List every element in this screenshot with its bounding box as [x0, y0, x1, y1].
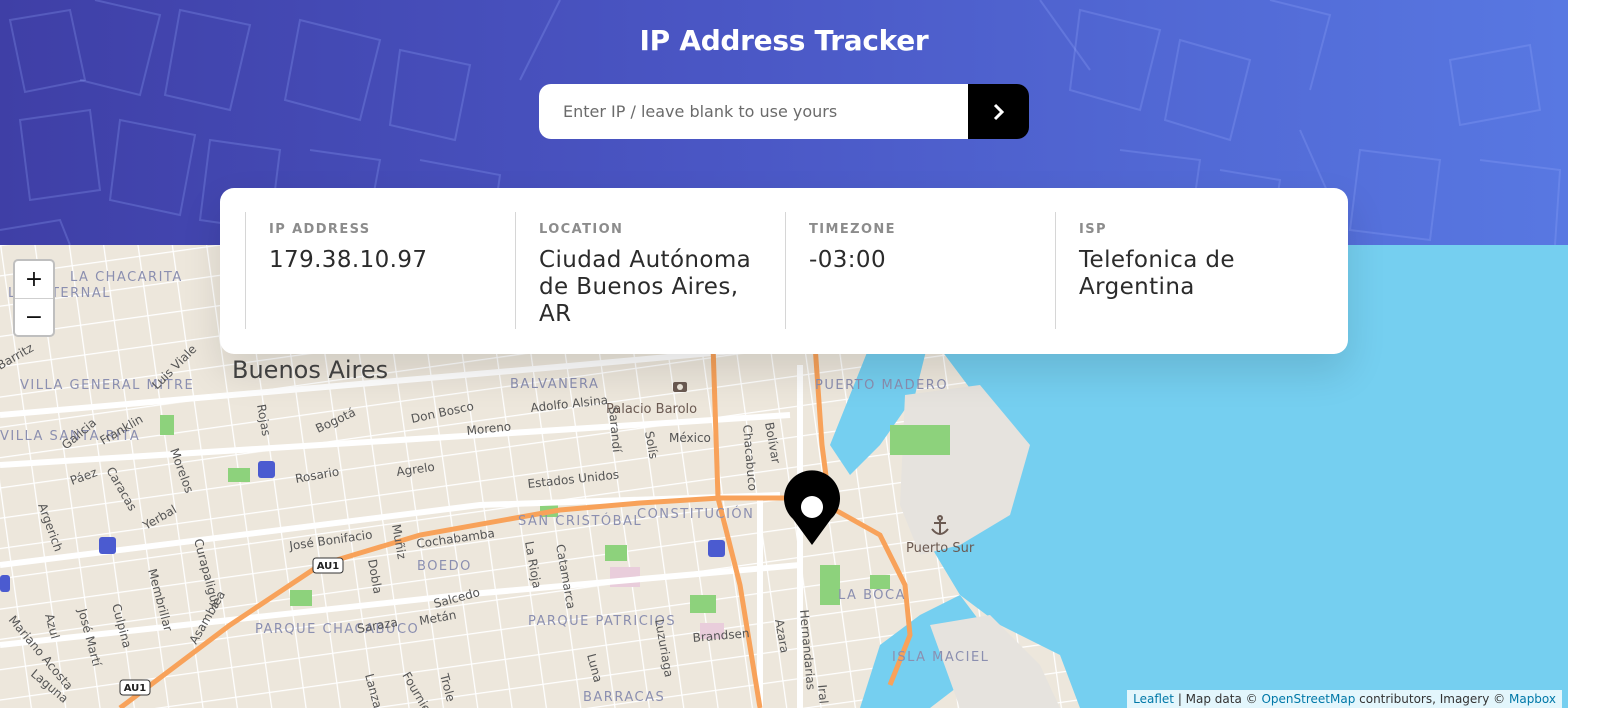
info-value: Telefonica de Argentina: [1079, 247, 1235, 300]
park: [290, 590, 312, 606]
park: [690, 595, 716, 613]
info-location: LOCATION Ciudad Autónoma de Buenos Aires…: [515, 188, 785, 354]
info-card: IP ADDRESS 179.38.10.97 LOCATION Ciudad …: [220, 188, 1348, 354]
street-label: Iral: [815, 684, 831, 704]
page: IP Address Tracker IP ADDRESS 179.38.10.…: [0, 0, 1568, 708]
search-submit-button[interactable]: [968, 84, 1029, 139]
info-ip-address: IP ADDRESS 179.38.10.97: [245, 188, 515, 354]
info-label: TIMEZONE: [809, 222, 896, 237]
route-badge-label: AU1: [317, 561, 340, 572]
page-title: IP Address Tracker: [639, 24, 929, 57]
train-station-icon: [708, 540, 725, 557]
zoom-out-button[interactable]: −: [15, 299, 53, 335]
info-label: IP ADDRESS: [269, 222, 371, 237]
neighborhood-label: CONSTITUCIÓN: [637, 506, 754, 522]
info-value: 179.38.10.97: [269, 247, 428, 273]
map-attribution: Leaflet | Map data © OpenStreetMap contr…: [1127, 690, 1562, 708]
camera-icon: [673, 382, 687, 392]
train-station-icon: [0, 575, 10, 592]
street-label: México: [669, 431, 711, 445]
neighborhood-label: PUERTO MADERO: [815, 378, 948, 393]
neighborhood-label: ISLA MACIEL: [892, 650, 989, 665]
attribution-text: | Map data ©: [1174, 692, 1262, 706]
search-bar: [539, 84, 1029, 139]
info-isp: ISP Telefonica de Argentina: [1055, 188, 1325, 354]
neighborhood-label: SAN CRISTÓBAL: [518, 513, 642, 529]
info-label: LOCATION: [539, 222, 624, 237]
ip-search-input[interactable]: [539, 84, 968, 139]
mapbox-link[interactable]: Mapbox: [1509, 692, 1556, 706]
train-station-icon: [258, 461, 275, 478]
neighborhood-label: LA CHACARITA: [70, 270, 183, 285]
park: [605, 545, 627, 561]
train-station-icon: [99, 537, 116, 554]
route-badge-au1: AU1: [119, 679, 151, 696]
info-label: ISP: [1079, 222, 1107, 237]
neighborhood-label: BALVANERA: [510, 377, 599, 392]
place-label: Palacio Barolo: [606, 402, 697, 417]
park: [870, 575, 890, 589]
attribution-text: contributors, Imagery ©: [1355, 692, 1509, 706]
info-value: Ciudad Autónoma de Buenos Aires, AR: [539, 247, 752, 327]
city-label: Buenos Aires: [232, 356, 388, 384]
neighborhood-label: LA BOCA: [838, 588, 906, 603]
info-timezone: TIMEZONE -03:00: [785, 188, 1055, 354]
openstreetmap-link[interactable]: OpenStreetMap: [1261, 692, 1355, 706]
zoom-control: + −: [13, 259, 55, 337]
info-value: -03:00: [809, 247, 886, 273]
neighborhood-label: BARRACAS: [583, 690, 665, 705]
neighborhood-label: BOEDO: [417, 559, 472, 574]
route-badge-label: AU1: [124, 683, 147, 694]
route-badge-au1: AU1: [312, 557, 344, 574]
park: [820, 565, 840, 605]
chevron-right-icon: [993, 103, 1004, 120]
place-label: Puerto Sur: [906, 541, 975, 556]
park: [160, 415, 174, 435]
leaflet-link[interactable]: Leaflet: [1133, 692, 1174, 706]
park: [228, 468, 250, 482]
zoom-in-button[interactable]: +: [15, 261, 53, 299]
park: [890, 425, 950, 455]
